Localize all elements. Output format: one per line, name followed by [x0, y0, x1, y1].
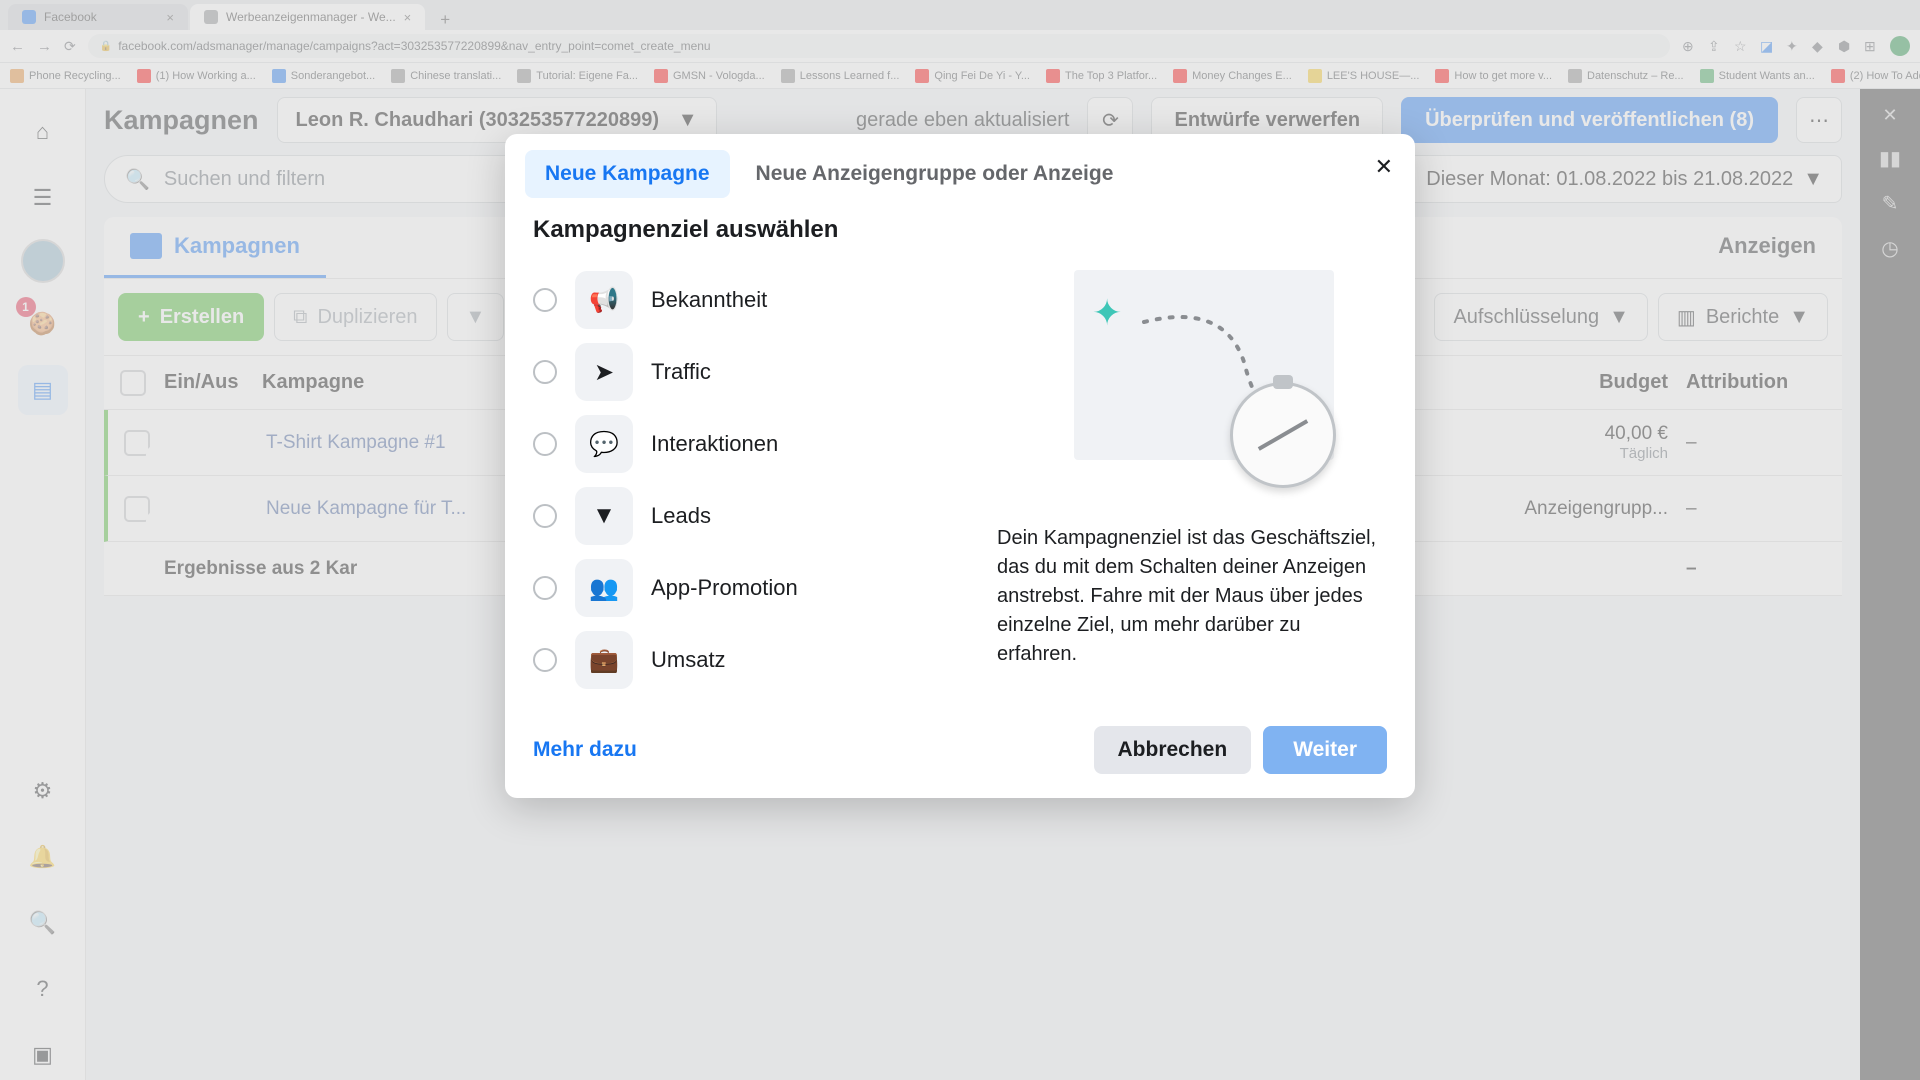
people-icon: 👥: [575, 559, 633, 617]
modal-body: Kampagnenziel auswählen 📢 Bekanntheit ➤ …: [505, 198, 1415, 708]
radio[interactable]: [533, 648, 557, 672]
modal-overlay: Neue Kampagne Neue Anzeigengruppe oder A…: [0, 0, 1920, 1080]
radio[interactable]: [533, 504, 557, 528]
objective-sales[interactable]: 💼 Umsatz: [533, 624, 953, 696]
star-icon: ✦: [1092, 292, 1122, 334]
modal-illustration: ✦ Dein Kampagnenziel ist das Geschäftszi…: [991, 216, 1387, 696]
cancel-button[interactable]: Abbrechen: [1094, 726, 1252, 774]
objective-traffic[interactable]: ➤ Traffic: [533, 336, 953, 408]
objective-description: Dein Kampagnenziel ist das Geschäftsziel…: [991, 524, 1387, 669]
learn-more-link[interactable]: Mehr dazu: [533, 738, 637, 762]
radio[interactable]: [533, 432, 557, 456]
compass-icon: [1230, 382, 1336, 488]
modal-footer: Mehr dazu Abbrechen Weiter: [505, 708, 1415, 798]
objective-app-promotion[interactable]: 👥 App-Promotion: [533, 552, 953, 624]
radio[interactable]: [533, 288, 557, 312]
modal-heading: Kampagnenziel auswählen: [533, 216, 953, 244]
chat-icon: 💬: [575, 415, 633, 473]
campaign-objective-modal: Neue Kampagne Neue Anzeigengruppe oder A…: [505, 134, 1415, 798]
tab-new-adgroup[interactable]: Neue Anzeigengruppe oder Anzeige: [736, 150, 1134, 198]
close-icon[interactable]: ✕: [1375, 154, 1393, 180]
modal-tabs: Neue Kampagne Neue Anzeigengruppe oder A…: [505, 134, 1415, 198]
next-button[interactable]: Weiter: [1263, 726, 1387, 774]
objective-engagement[interactable]: 💬 Interaktionen: [533, 408, 953, 480]
radio[interactable]: [533, 360, 557, 384]
cursor-icon: ➤: [575, 343, 633, 401]
funnel-icon: ▼: [575, 487, 633, 545]
briefcase-icon: 💼: [575, 631, 633, 689]
objective-leads[interactable]: ▼ Leads: [533, 480, 953, 552]
tab-new-campaign[interactable]: Neue Kampagne: [525, 150, 730, 198]
objective-awareness[interactable]: 📢 Bekanntheit: [533, 264, 953, 336]
megaphone-icon: 📢: [575, 271, 633, 329]
compass-illustration: ✦: [1034, 256, 1344, 496]
radio[interactable]: [533, 576, 557, 600]
objectives-list: Kampagnenziel auswählen 📢 Bekanntheit ➤ …: [533, 216, 953, 696]
